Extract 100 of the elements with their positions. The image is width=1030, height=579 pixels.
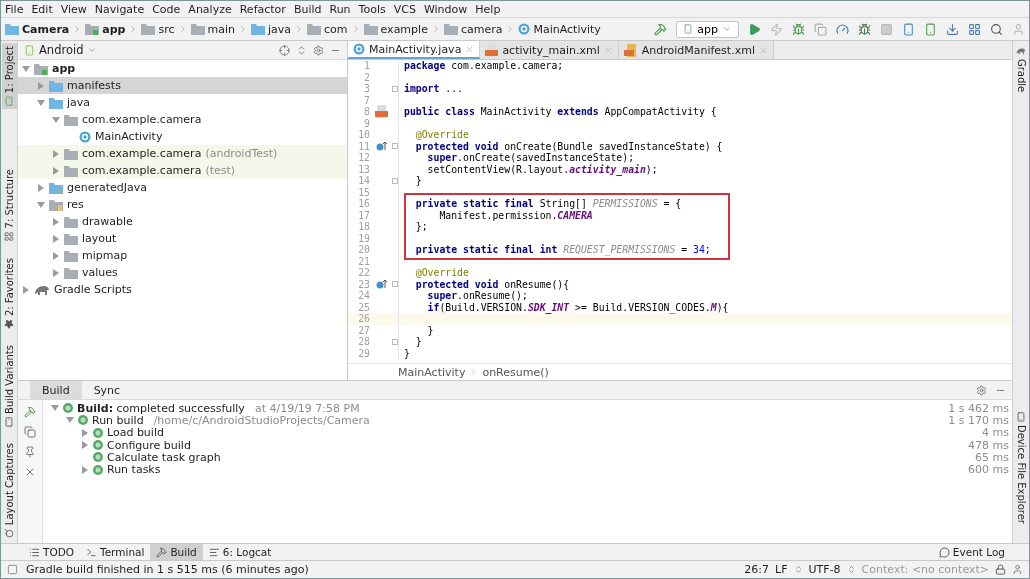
build-step[interactable]: Run build (92, 413, 144, 427)
build-step[interactable]: Build: completed successfully (77, 401, 245, 415)
tool-tab[interactable]: Build (150, 544, 203, 560)
side-tab[interactable]: Layout Captures (1, 439, 17, 541)
line-number: 13 (357, 163, 370, 175)
line-number: 24 (357, 290, 370, 302)
editor-tab[interactable]: activity_main.xml (480, 41, 619, 59)
event-log-tab[interactable]: Event Log (938, 544, 1029, 560)
breadcrumb-item[interactable]: Camera (5, 22, 70, 36)
build-step[interactable]: Run tasks (107, 463, 161, 477)
menu-item[interactable]: Window (423, 2, 468, 16)
run-config-dropdown[interactable]: app (676, 20, 739, 38)
tree-item[interactable]: com.example.camera (test) (18, 162, 347, 179)
tree-item[interactable]: java (18, 94, 347, 111)
line-number: 17 (357, 209, 370, 221)
tree-item[interactable]: com.example.camera (androidTest) (18, 145, 347, 162)
menu-item[interactable]: VCS (393, 2, 416, 16)
breadcrumb-item[interactable]: MainActivity (518, 22, 601, 36)
line-number: 28 (357, 336, 370, 348)
build-duration: 65 ms (975, 450, 1009, 464)
tree-item[interactable]: manifests (18, 77, 347, 94)
tool-tab[interactable]: TODO (23, 544, 81, 560)
code-line: } (426, 324, 434, 336)
tree-item[interactable]: MainActivity (18, 128, 347, 145)
encoding[interactable]: UTF-8 (808, 563, 841, 576)
code-line: super.onResume(); (426, 290, 528, 302)
menu-item[interactable]: View (60, 2, 87, 16)
breadcrumb-item[interactable]: app (85, 22, 126, 36)
code-line: import ... (404, 83, 463, 95)
panel-tab[interactable]: Sync (81, 381, 133, 399)
code-line: public class MainActivity extends AppCompatActivity { (404, 106, 717, 118)
side-tab[interactable]: Device File Explorer (1013, 409, 1029, 527)
editor-tab[interactable]: MainActivity.java (348, 41, 481, 59)
tree-item[interactable]: Gradle Scripts (18, 281, 347, 298)
tree-item[interactable]: values (18, 264, 347, 281)
side-tab[interactable]: 7: Structure (1, 166, 17, 245)
breadcrumb-item[interactable]: com (307, 22, 348, 36)
menu-item[interactable]: Run (329, 2, 351, 16)
view-dropdown[interactable]: Android (24, 43, 98, 57)
breadcrumb-item[interactable]: camera (443, 22, 503, 36)
side-tab[interactable]: Gradle (1013, 43, 1029, 96)
tool-tab[interactable]: Terminal (80, 544, 151, 560)
tree-item[interactable]: generatedJava (18, 179, 347, 196)
side-tab[interactable]: 2: Favorites (1, 254, 17, 332)
status-message: Gradle build finished in 1 s 515 ms (6 minutes ago) (26, 563, 309, 576)
tree-item[interactable]: drawable (18, 213, 347, 230)
line-separator[interactable]: LF (775, 563, 788, 576)
tree-item[interactable]: com.example.camera (18, 111, 347, 128)
build-detail: /home/c/AndroidStudioProjects/Camera (153, 413, 370, 427)
breadcrumb-item[interactable]: MainActivity (398, 365, 466, 379)
line-number: 12 (357, 152, 370, 164)
code-line: } (414, 336, 422, 348)
line-number: 7 (363, 94, 370, 106)
line-number: 14 (357, 175, 370, 187)
build-step[interactable]: Configure build (107, 438, 191, 452)
breadcrumb-item[interactable]: onResume() (482, 365, 549, 379)
side-tab[interactable]: Build Variants (1, 341, 17, 430)
menu-item[interactable]: Refactor (239, 2, 286, 16)
menu-item[interactable]: Edit (31, 2, 53, 16)
breadcrumb-item[interactable]: main (190, 22, 235, 36)
tree-item[interactable]: layout (18, 230, 347, 247)
menu-item[interactable]: Tools (358, 2, 386, 16)
build-duration: 1 s 170 ms (948, 413, 1009, 427)
line-number: 15 (357, 186, 370, 198)
tree-item[interactable]: app (18, 60, 347, 77)
breadcrumb-item[interactable]: java (251, 22, 292, 36)
tree-item[interactable]: mipmap (18, 247, 347, 264)
line-number: 25 (357, 301, 370, 313)
line-number: 9 (363, 117, 370, 129)
line-number: 27 (357, 324, 370, 336)
line-number: 10 (357, 129, 370, 141)
build-duration: 1 s 462 ms (948, 401, 1009, 415)
menu-item[interactable]: File (5, 2, 24, 16)
build-duration: 4 ms (982, 426, 1009, 440)
code-line: super.onCreate(savedInstanceState); (426, 152, 635, 164)
build-step[interactable]: Calculate task graph (107, 450, 221, 464)
line-number: 2 (363, 71, 370, 83)
code-line: protected void onCreate(Bundle savedInstanceState) { (414, 140, 723, 152)
tool-tab[interactable]: 6: Logcat (202, 544, 278, 560)
menu-item[interactable]: Help (475, 2, 501, 16)
panel-tab[interactable]: Build (30, 381, 82, 399)
code-line: setContentView(R.layout.activity_main); (426, 163, 658, 175)
cursor-position[interactable]: 26:7 (744, 563, 770, 576)
menu-item[interactable]: Code (152, 2, 181, 16)
breadcrumb-item[interactable]: example (363, 22, 428, 36)
line-number: 3 (363, 83, 370, 95)
code-line: @Override (414, 267, 469, 279)
side-tab[interactable]: 1: Project (1, 43, 17, 110)
menu-item[interactable]: Build (293, 2, 322, 16)
line-number: 16 (357, 198, 370, 210)
code-line: Manifest.permission.CAMERA (438, 209, 593, 221)
menu-item[interactable]: Analyze (188, 2, 232, 16)
menu-item[interactable]: Navigate (94, 2, 145, 16)
code-line: private static final String[] PERMISSIONS = { (414, 198, 682, 210)
context-label: Context: <no context> (861, 563, 989, 576)
build-step[interactable]: Load build (107, 426, 164, 440)
code-line: @Override (414, 129, 469, 141)
breadcrumb-item[interactable]: src (141, 22, 175, 36)
editor-tab[interactable]: AndroidManifest.xml (618, 41, 774, 59)
tree-item[interactable]: res (18, 196, 347, 213)
